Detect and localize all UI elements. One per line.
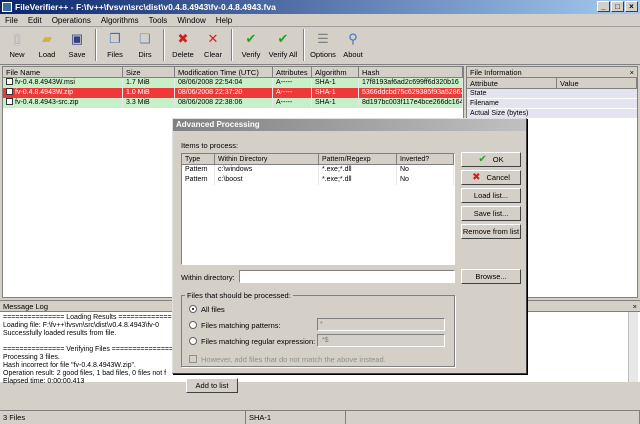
ok-button[interactable]: ✔ OK	[461, 152, 521, 167]
new-button[interactable]: ▯ New	[2, 27, 32, 63]
files-button[interactable]: ❐ Files	[100, 27, 130, 63]
status-pane	[346, 411, 640, 424]
col-within-directory[interactable]: Within Directory	[215, 154, 319, 164]
table-row[interactable]: fv-0.4.8.4943W.msi 1.7 MiB 08/06/2008 22…	[3, 78, 463, 88]
folders-icon: ❏	[139, 31, 151, 46]
close-button[interactable]: ×	[625, 1, 638, 12]
menu-tools[interactable]: Tools	[144, 16, 173, 25]
delete-icon: ✖	[177, 31, 189, 46]
load-list-button[interactable]: Load list...	[461, 188, 521, 203]
table-row[interactable]: fv-0.4.8.4943-src.zip 3.3 MiB 08/06/2008…	[3, 98, 463, 108]
verify-icon: ✔	[245, 31, 257, 46]
row-checkbox[interactable]	[6, 98, 13, 105]
status-bar: 3 Files SHA-1	[0, 410, 640, 424]
menu-file[interactable]: File	[0, 16, 23, 25]
toolbar: ▯ New ▰ Load ▣ Save ❐ Files ❏ Dirs ✖ Delete ✕ C…	[0, 27, 640, 65]
within-directory-label: Within directory:	[181, 273, 235, 282]
load-button[interactable]: ▰ Load	[32, 27, 62, 63]
about-icon: ⚲	[348, 31, 358, 46]
cancel-button[interactable]: ✖ Cancel	[461, 170, 521, 185]
row-checkbox[interactable]	[6, 88, 13, 95]
table-row[interactable]: Pattern c:\windows *.exe;*.dll No	[182, 165, 454, 175]
group-label: Files that should be processed:	[185, 291, 293, 300]
option-all-files[interactable]: All files	[189, 305, 225, 314]
dialog-title: Advanced Processing	[173, 119, 526, 131]
files-icon: ❐	[109, 31, 121, 46]
table-row[interactable]: Pattern c:\boost *.exe;*.dll No	[182, 175, 454, 185]
maximize-button[interactable]: □	[611, 1, 624, 12]
clear-icon: ✕	[207, 31, 219, 46]
verify-button[interactable]: ✔ Verify	[236, 27, 266, 63]
cancel-icon: ✖	[472, 172, 481, 183]
menu-bar: File Edit Operations Algorithms Tools Wi…	[0, 14, 640, 27]
radio-matching-regex[interactable]	[189, 337, 197, 345]
list-item: State	[467, 89, 637, 99]
add-to-list-button[interactable]: Add to list	[186, 378, 238, 393]
col-value[interactable]: Value	[557, 78, 637, 88]
col-attributes[interactable]: Attributes	[273, 67, 312, 77]
minimize-button[interactable]: _	[597, 1, 610, 12]
col-attribute[interactable]: Attribute	[467, 78, 557, 88]
option-matching-regex[interactable]: Files matching regular expression:	[189, 337, 315, 346]
invert-option[interactable]: However, add files that do not match the…	[189, 355, 386, 364]
radio-matching-patterns[interactable]	[189, 321, 197, 329]
col-algorithm[interactable]: Algorithm	[312, 67, 359, 77]
verify-all-button[interactable]: ✔ Verify All	[266, 27, 300, 63]
within-directory-input[interactable]	[239, 270, 455, 283]
items-label: Items to process:	[181, 141, 239, 150]
table-row[interactable]: fv-0.4.8.4943W.zip 1.0 MiB 08/06/2008 22…	[3, 88, 463, 98]
title-bar: FileVerifier++ - F:\fv++\fvsvn\src\dist\…	[0, 0, 640, 14]
panel-title: File Information ×	[467, 67, 637, 78]
col-type[interactable]: Type	[182, 154, 215, 164]
menu-edit[interactable]: Edit	[23, 16, 47, 25]
toolbar-separator	[163, 29, 165, 61]
items-list[interactable]: Type Within Directory Pattern/Regexp Inv…	[181, 153, 455, 265]
save-button[interactable]: ▣ Save	[62, 27, 92, 63]
about-button[interactable]: ⚲ About	[338, 27, 368, 63]
options-icon: ☰	[317, 31, 329, 46]
status-file-count: 3 Files	[0, 411, 246, 424]
menu-algorithms[interactable]: Algorithms	[96, 16, 144, 25]
col-hash[interactable]: Hash	[359, 67, 463, 77]
row-checkbox[interactable]	[6, 78, 13, 85]
col-inverted[interactable]: Inverted?	[397, 154, 454, 164]
pattern-input[interactable]: *	[317, 318, 445, 331]
status-algorithm: SHA-1	[246, 411, 346, 424]
col-file-name[interactable]: File Name	[3, 67, 123, 77]
toolbar-separator	[303, 29, 305, 61]
col-size[interactable]: Size	[123, 67, 175, 77]
delete-button[interactable]: ✖ Delete	[168, 27, 198, 63]
browse-button[interactable]: Browse...	[461, 269, 521, 284]
regex-input[interactable]: .*$	[317, 334, 445, 347]
toolbar-separator	[95, 29, 97, 61]
col-mtime[interactable]: Modification Time (UTC)	[175, 67, 273, 77]
col-pattern[interactable]: Pattern/Regexp	[319, 154, 397, 164]
open-folder-icon: ▰	[42, 31, 52, 46]
close-icon[interactable]: ×	[630, 67, 634, 78]
invert-checkbox[interactable]	[189, 355, 197, 363]
grid-header: File Name Size Modification Time (UTC) A…	[3, 67, 463, 78]
log-scrollbar[interactable]	[628, 312, 638, 382]
window-title: FileVerifier++ - F:\fv++\fvsvn\src\dist\…	[15, 2, 276, 12]
menu-operations[interactable]: Operations	[47, 16, 96, 25]
clear-button[interactable]: ✕ Clear	[198, 27, 228, 63]
remove-from-list-button[interactable]: Remove from list	[461, 224, 521, 239]
dirs-button[interactable]: ❏ Dirs	[130, 27, 160, 63]
radio-all-files[interactable]	[189, 305, 197, 313]
option-matching-patterns[interactable]: Files matching patterns:	[189, 321, 281, 330]
app-icon	[2, 2, 12, 12]
save-list-button[interactable]: Save list...	[461, 206, 521, 221]
check-icon: ✔	[478, 154, 487, 165]
fileinfo-header: Attribute Value	[467, 78, 637, 89]
verify-all-icon: ✔	[277, 31, 289, 46]
list-item: Filename	[467, 99, 637, 109]
menu-help[interactable]: Help	[211, 16, 237, 25]
toolbar-separator	[231, 29, 233, 61]
menu-window[interactable]: Window	[172, 16, 210, 25]
new-file-icon: ▯	[13, 31, 21, 46]
floppy-disk-icon: ▣	[70, 31, 84, 46]
close-icon[interactable]: ×	[633, 301, 637, 312]
advanced-processing-dialog: Advanced Processing Items to process: Ty…	[172, 118, 527, 374]
options-button[interactable]: ☰ Options	[308, 27, 338, 63]
